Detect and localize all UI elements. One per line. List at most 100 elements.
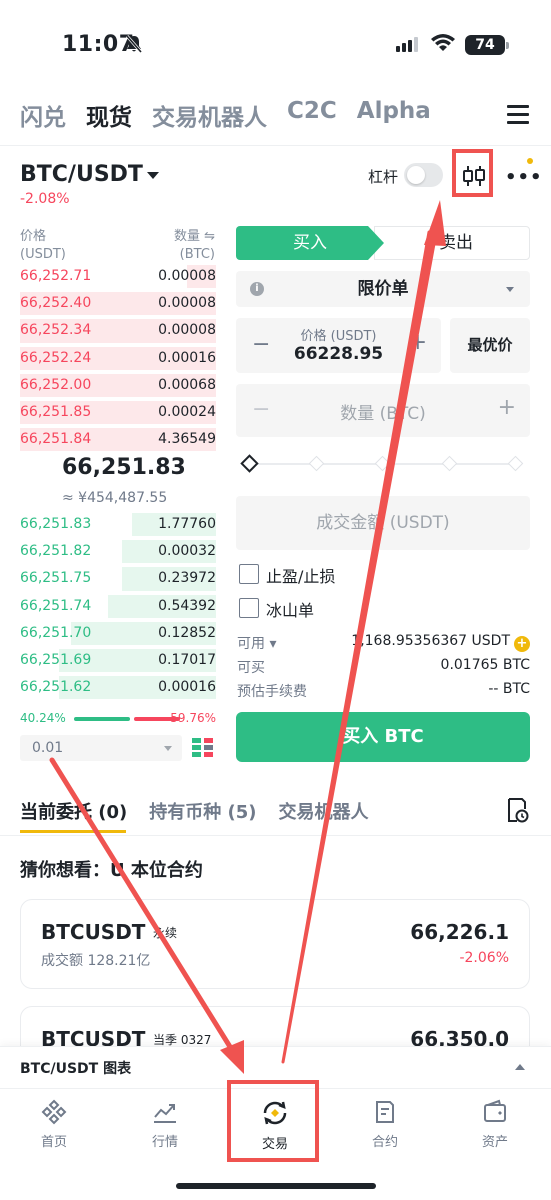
row-qty: 4.36549 [158, 431, 216, 448]
nav-futures[interactable]: 合约 [340, 1099, 430, 1150]
price-header-label: 价格 [20, 229, 47, 244]
tab-trading-bots[interactable]: 交易机器人 [152, 98, 267, 134]
card-tag: 永续 [153, 926, 178, 940]
tab-holdings[interactable]: 持有币种 (5) [149, 798, 256, 824]
bid-row[interactable]: 66,251.62 0.00016 [0, 674, 230, 701]
precision-select[interactable]: 0.01 [20, 735, 182, 761]
nav-markets[interactable]: 行情 [120, 1099, 210, 1150]
iceberg-label[interactable]: 冰山单 [266, 597, 314, 621]
row-qty: 1.77760 [158, 516, 216, 532]
quantity-placeholder: 数量 (BTC) [340, 404, 426, 424]
ask-row[interactable]: 66,251.84 4.36549 [0, 426, 230, 453]
nav-home[interactable]: 首页 [9, 1099, 99, 1150]
tp-sl-label[interactable]: 止盈/止损 [266, 563, 335, 587]
caret-up-icon[interactable] [515, 1064, 525, 1070]
last-price[interactable]: 66,251.83 [62, 455, 186, 480]
ask-row[interactable]: 66,252.40 0.00008 [0, 290, 230, 317]
suggestion-title: 猜你想看：U 本位合约 [20, 860, 203, 881]
orderbook-qty-header[interactable]: 数量 ⇋ (BTC) [174, 228, 215, 264]
bid-row[interactable]: 66,251.69 0.17017 [0, 647, 230, 674]
nav-assets[interactable]: 资产 [450, 1099, 540, 1150]
quantity-input[interactable]: − 数量 (BTC) + [236, 384, 530, 437]
row-qty: 0.00024 [158, 403, 216, 420]
more-options-icon[interactable]: ••• [505, 169, 543, 187]
fee-value: -- BTC [488, 681, 530, 697]
precision-value: 0.01 [32, 740, 64, 756]
price-increase-button[interactable]: + [409, 330, 427, 355]
price-input[interactable]: − 价格 (USDT) 66228.95 + [236, 318, 441, 373]
orderbook-layout-icon[interactable] [192, 737, 214, 759]
buy-tab[interactable]: 买入 [236, 226, 384, 260]
row-qty: 0.00032 [158, 543, 216, 560]
ask-row[interactable]: 66,251.85 0.00024 [0, 399, 230, 426]
header-divider [0, 145, 551, 146]
row-qty: 0.00008 [158, 322, 216, 339]
caret-down-icon[interactable] [147, 172, 159, 179]
cellular-signal-icon [396, 37, 418, 52]
nav-assets-label: 资产 [481, 1135, 508, 1150]
bid-row[interactable]: 66,251.74 0.54392 [0, 593, 230, 620]
bid-row[interactable]: 66,251.83 1.77760 [0, 511, 230, 538]
highlight-box-trade-nav [227, 1080, 319, 1162]
qty-increase-button[interactable]: + [498, 395, 516, 420]
home-indicator [176, 1183, 376, 1189]
can-buy-row: 可买 0.01765 BTC [237, 657, 530, 677]
contract-card[interactable]: BTCUSDT 永续 成交额 128.21亿 66,226.1 -2.06% [20, 899, 530, 989]
slider-step-75[interactable] [441, 455, 458, 472]
buy-sell-tabs: 卖出 买入 [236, 226, 530, 260]
caret-down-icon [506, 287, 514, 292]
tab-convert[interactable]: 闪兑 [20, 98, 66, 134]
available-value: 1,168.95356367 USDT [351, 633, 510, 649]
wifi-icon [431, 34, 455, 51]
bid-row[interactable]: 66,251.82 0.00032 [0, 538, 230, 565]
card-change: -2.06% [459, 950, 509, 966]
tp-sl-checkbox[interactable] [239, 564, 259, 584]
row-price: 66,252.71 [20, 268, 92, 284]
orderbook-bids: 66,251.83 1.77760 66,251.82 0.00032 66,251.7… [0, 511, 230, 701]
slider-step-50[interactable] [374, 455, 391, 472]
leverage-toggle[interactable] [404, 163, 443, 187]
home-icon [41, 1099, 67, 1125]
qty-unit-label: (BTC) [179, 247, 215, 262]
hamburger-menu-icon[interactable] [507, 105, 529, 124]
available-label[interactable]: 可用 ▾ [237, 633, 276, 653]
sell-tab[interactable]: 卖出 [374, 226, 530, 260]
row-qty: 0.00008 [158, 268, 216, 284]
total-amount-input[interactable]: 成交金额 (USDT) [236, 496, 530, 550]
tab-bots[interactable]: 交易机器人 [279, 798, 369, 824]
buy-ratio: 40.24% [20, 711, 66, 725]
top-tabs: 闪兑 现货 交易机器人 C2C Alpha [20, 98, 451, 134]
row-price: 66,252.24 [20, 349, 92, 366]
nav-markets-label: 行情 [151, 1135, 178, 1150]
pair-selector[interactable]: BTC/USDT [20, 162, 143, 187]
chart-drawer-label: BTC/USDT 图表 [20, 1061, 132, 1077]
best-price-button[interactable]: 最优价 [450, 318, 530, 373]
buy-btc-button[interactable]: 买入 BTC [236, 712, 530, 762]
tab-spot[interactable]: 现货 [86, 98, 132, 134]
can-buy-label: 可买 [237, 660, 265, 676]
tab-alpha[interactable]: Alpha [357, 98, 431, 134]
ask-row[interactable]: 66,252.24 0.00016 [0, 345, 230, 372]
order-history-icon[interactable] [505, 797, 529, 823]
buy-ratio-bar [74, 717, 130, 721]
bid-row[interactable]: 66,251.75 0.23972 [0, 565, 230, 592]
tab-open-orders[interactable]: 当前委托 (0) [20, 798, 127, 824]
nav-home-label: 首页 [40, 1135, 67, 1150]
active-tab-underline [20, 830, 126, 833]
ask-row[interactable]: 66,252.71 0.00008 [0, 263, 230, 290]
slider-step-25[interactable] [308, 455, 325, 472]
row-price: 66,251.85 [20, 403, 92, 420]
ask-row[interactable]: 66,252.34 0.00008 [0, 317, 230, 344]
bid-row[interactable]: 66,251.70 0.12852 [0, 620, 230, 647]
add-funds-icon[interactable]: + [514, 636, 530, 652]
info-icon[interactable]: i [250, 282, 264, 296]
amount-slider[interactable] [240, 454, 524, 473]
row-price: 66,251.69 [20, 651, 92, 668]
row-qty: 0.00016 [158, 349, 216, 366]
slider-knob-0[interactable] [240, 454, 259, 473]
ask-row[interactable]: 66,252.00 0.00068 [0, 372, 230, 399]
tab-c2c[interactable]: C2C [287, 98, 337, 134]
order-type-select[interactable]: i 限价单 [236, 271, 530, 307]
iceberg-checkbox[interactable] [239, 598, 259, 618]
slider-step-100[interactable] [507, 455, 524, 472]
